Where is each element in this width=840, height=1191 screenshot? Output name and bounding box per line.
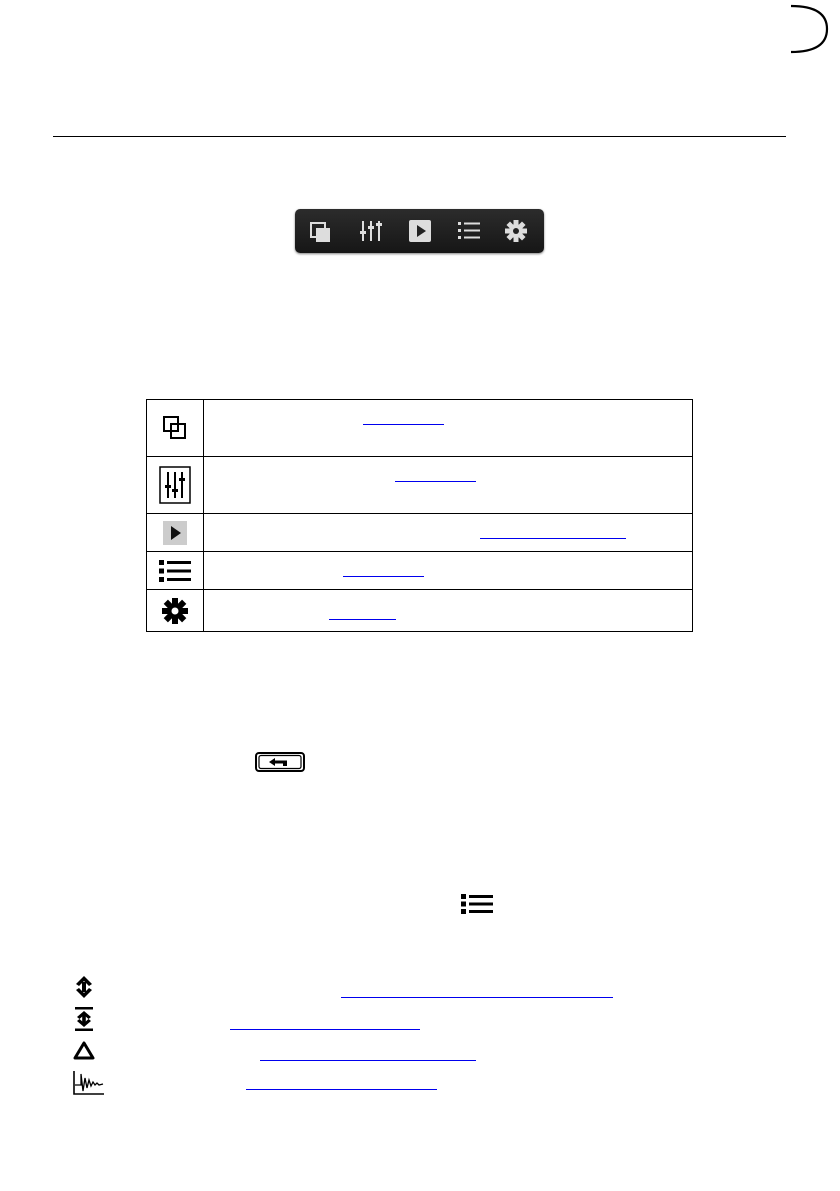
toolbar [295,209,544,253]
windows-link[interactable] [363,411,444,425]
return-arrow-icon[interactable] [255,752,305,772]
play-icon [409,220,431,242]
settings-button[interactable] [502,217,530,245]
icon-table-row [147,457,692,514]
icon-table [146,399,693,632]
mode-link-bar-limits[interactable] [230,1017,420,1030]
icon-table-row [147,514,692,552]
menu-link[interactable] [343,563,424,577]
windows-button[interactable] [307,217,335,245]
page-number-bracket [790,4,829,54]
windows-icon [310,222,330,242]
header-divider [53,136,786,137]
icon-table-row [147,400,692,457]
bar-limits-icon [70,1005,106,1033]
mode-link-triangle[interactable] [260,1048,476,1061]
list-icon [461,894,493,914]
triangle-icon [70,1039,106,1067]
play-button[interactable] [406,217,434,245]
icon-table-row [147,590,692,631]
play-icon [163,520,187,545]
menu-button[interactable] [455,217,483,245]
sliders-icon [159,466,191,504]
list-icon [159,559,191,582]
gear-icon [505,220,527,242]
waveform-icon [70,1069,106,1097]
play-link[interactable] [480,525,626,539]
settings-link[interactable] [329,606,396,620]
mode-link-waveform[interactable] [246,1077,437,1090]
up-down-arrows-icon [70,973,106,1001]
adjust-button[interactable] [357,217,385,245]
windows-icon [163,416,186,439]
icon-table-row [147,552,692,590]
sliders-icon [360,221,382,241]
list-icon [458,222,480,239]
adjust-link[interactable] [395,468,476,482]
gear-icon [162,597,188,624]
mode-link-up-down[interactable] [341,985,613,998]
